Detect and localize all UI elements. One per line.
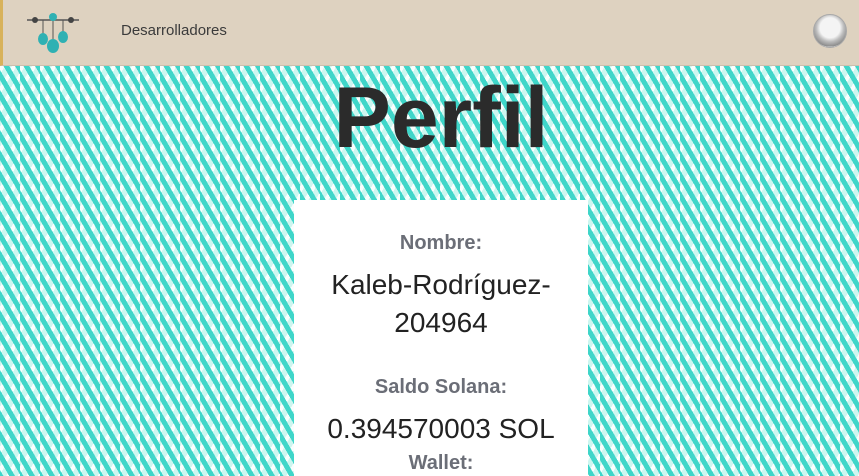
page-title: Perfil [333,70,549,166]
balance-label: Saldo Solana: [374,376,508,398]
name-label: Nombre: [399,232,483,254]
name-value-line1: Kaleb-Rodríguez- [331,269,551,300]
name-value-line2: 204964 [394,307,488,338]
top-navbar: Desarrolladores [0,0,859,66]
balance-value: 0.394570003 SOL [327,413,555,444]
nav-link-desarrolladores[interactable]: Desarrolladores [121,22,227,39]
balloons-logo-icon[interactable] [25,10,81,54]
profile-card: Nombre: Kaleb-Rodríguez- 204964 Saldo So… [294,200,588,476]
wallet-label: Wallet: [408,452,474,474]
user-avatar-icon[interactable] [813,14,847,48]
